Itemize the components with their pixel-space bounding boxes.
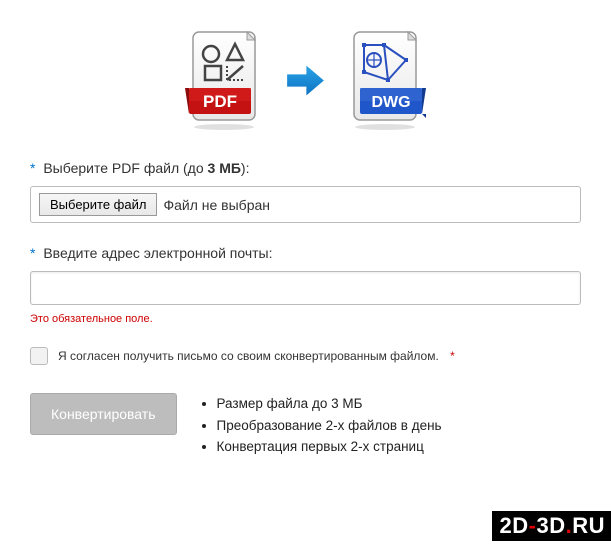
file-field-label: * Выберите PDF файл (до 3 МБ): xyxy=(30,160,581,176)
info-item: Конвертация первых 2-х страниц xyxy=(217,436,442,458)
consent-checkbox[interactable] xyxy=(30,347,48,365)
wm-part2: 3D xyxy=(536,513,565,538)
pdf-file-icon: PDF xyxy=(185,30,265,130)
required-asterisk: * xyxy=(30,160,35,176)
consent-label: Я согласен получить письмо со своим скон… xyxy=(58,349,439,363)
email-input[interactable] xyxy=(30,271,581,305)
bottom-row: Конвертировать Размер файла до 3 МБ Прео… xyxy=(30,393,581,458)
required-asterisk: * xyxy=(30,245,35,261)
site-watermark: 2D-3D.RU xyxy=(492,511,611,541)
email-field-label: * Введите адрес электронной почты: xyxy=(30,245,581,261)
dwg-badge-text: DWG xyxy=(371,94,410,111)
email-field-group: * Введите адрес электронной почты: Это о… xyxy=(30,245,581,325)
consent-row: Я согласен получить письмо со своим скон… xyxy=(30,347,581,365)
consent-text: Я согласен получить письмо со своим скон… xyxy=(58,349,455,363)
file-input[interactable]: Выберите файл Файл не выбран xyxy=(30,186,581,223)
info-item: Размер файла до 3 МБ xyxy=(217,393,442,415)
file-field-group: * Выберите PDF файл (до 3 МБ): Выберите … xyxy=(30,160,581,223)
wm-part3: RU xyxy=(572,513,605,538)
arrow-icon xyxy=(283,63,328,98)
file-status-text: Файл не выбран xyxy=(163,197,270,213)
file-label-prefix: Выберите PDF файл (до xyxy=(43,160,207,176)
info-item: Преобразование 2-х файлов в день xyxy=(217,415,442,437)
file-label-suffix: ): xyxy=(241,160,250,176)
conversion-hero: PDF xyxy=(30,30,581,130)
file-label-bold: 3 МБ xyxy=(208,160,241,176)
convert-button[interactable]: Конвертировать xyxy=(30,393,177,435)
email-label-text: Введите адрес электронной почты: xyxy=(43,245,272,261)
info-list: Размер файла до 3 МБ Преобразование 2-х … xyxy=(197,393,442,458)
choose-file-button[interactable]: Выберите файл xyxy=(39,193,157,216)
pdf-badge-text: PDF xyxy=(203,92,237,111)
wm-part1: 2D xyxy=(500,513,529,538)
consent-required-mark: * xyxy=(450,349,455,363)
dwg-file-icon: DWG xyxy=(346,30,426,130)
email-error-message: Это обязательное поле. xyxy=(30,313,581,325)
